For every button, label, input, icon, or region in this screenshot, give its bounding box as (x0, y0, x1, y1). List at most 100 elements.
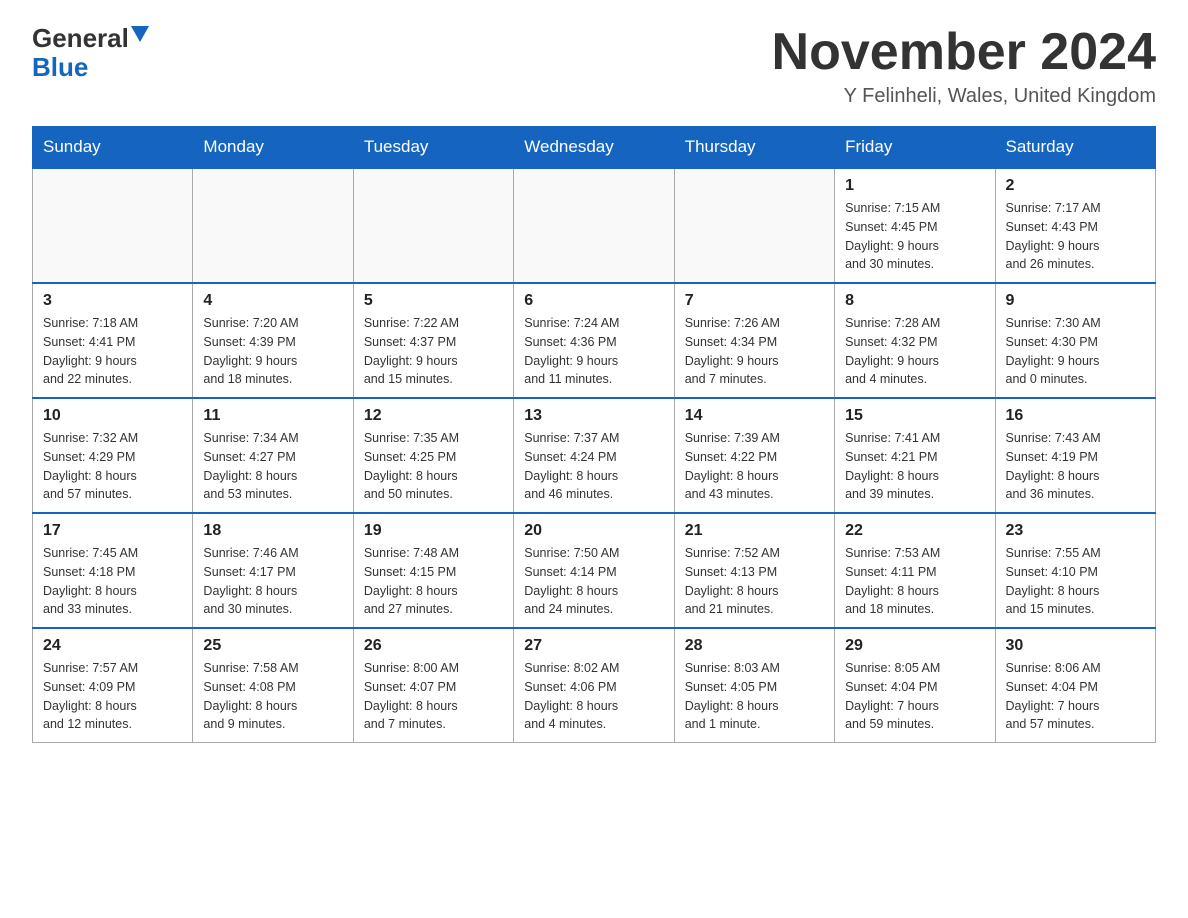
calendar-table: SundayMondayTuesdayWednesdayThursdayFrid… (32, 126, 1156, 743)
day-info: Sunrise: 7:55 AM Sunset: 4:10 PM Dayligh… (1006, 544, 1145, 619)
day-info: Sunrise: 7:41 AM Sunset: 4:21 PM Dayligh… (845, 429, 984, 504)
calendar-cell: 1 Sunrise: 7:15 AM Sunset: 4:45 PM Daylig… (835, 168, 995, 283)
day-info: Sunrise: 8:00 AM Sunset: 4:07 PM Dayligh… (364, 659, 503, 734)
calendar-cell: 19 Sunrise: 7:48 AM Sunset: 4:15 PM Dayli… (353, 513, 513, 628)
calendar-cell: 8 Sunrise: 7:28 AM Sunset: 4:32 PM Daylig… (835, 283, 995, 398)
title-block: November 2024 Y Felinheli, Wales, United… (772, 24, 1156, 108)
day-number: 19 (364, 522, 503, 540)
day-number: 23 (1006, 522, 1145, 540)
calendar-cell (353, 168, 513, 283)
day-info: Sunrise: 7:43 AM Sunset: 4:19 PM Dayligh… (1006, 429, 1145, 504)
calendar-cell: 2 Sunrise: 7:17 AM Sunset: 4:43 PM Daylig… (995, 168, 1155, 283)
day-number: 26 (364, 637, 503, 655)
day-number: 4 (203, 292, 342, 310)
weekday-header-monday: Monday (193, 127, 353, 169)
calendar-cell: 30 Sunrise: 8:06 AM Sunset: 4:04 PM Dayli… (995, 628, 1155, 743)
day-info: Sunrise: 7:17 AM Sunset: 4:43 PM Dayligh… (1006, 199, 1145, 274)
day-info: Sunrise: 7:45 AM Sunset: 4:18 PM Dayligh… (43, 544, 182, 619)
day-info: Sunrise: 7:52 AM Sunset: 4:13 PM Dayligh… (685, 544, 824, 619)
calendar-cell: 21Sunrise: 7:52 AM Sunset: 4:13 PM Dayli… (674, 513, 834, 628)
logo-blue: Blue (32, 53, 88, 82)
day-info: Sunrise: 7:57 AM Sunset: 4:09 PM Dayligh… (43, 659, 182, 734)
calendar-cell: 16 Sunrise: 7:43 AM Sunset: 4:19 PM Dayli… (995, 398, 1155, 513)
day-number: 3 (43, 292, 182, 310)
weekday-header-thursday: Thursday (674, 127, 834, 169)
calendar-cell: 23 Sunrise: 7:55 AM Sunset: 4:10 PM Dayli… (995, 513, 1155, 628)
day-info: Sunrise: 7:15 AM Sunset: 4:45 PM Dayligh… (845, 199, 984, 274)
day-info: Sunrise: 7:50 AM Sunset: 4:14 PM Dayligh… (524, 544, 663, 619)
location-title: Y Felinheli, Wales, United Kingdom (772, 85, 1156, 108)
calendar-week-row: 1 Sunrise: 7:15 AM Sunset: 4:45 PM Daylig… (33, 168, 1156, 283)
calendar-cell: 12 Sunrise: 7:35 AM Sunset: 4:25 PM Dayli… (353, 398, 513, 513)
calendar-cell: 26 Sunrise: 8:00 AM Sunset: 4:07 PM Dayli… (353, 628, 513, 743)
logo-general: General (32, 24, 129, 53)
day-info: Sunrise: 8:06 AM Sunset: 4:04 PM Dayligh… (1006, 659, 1145, 734)
weekday-header-saturday: Saturday (995, 127, 1155, 169)
calendar-cell: 17 Sunrise: 7:45 AM Sunset: 4:18 PM Dayli… (33, 513, 193, 628)
calendar-week-row: 10 Sunrise: 7:32 AM Sunset: 4:29 PM Dayli… (33, 398, 1156, 513)
day-info: Sunrise: 7:28 AM Sunset: 4:32 PM Dayligh… (845, 314, 984, 389)
day-number: 18 (203, 522, 342, 540)
calendar-cell: 22Sunrise: 7:53 AM Sunset: 4:11 PM Dayli… (835, 513, 995, 628)
calendar-cell: 9 Sunrise: 7:30 AM Sunset: 4:30 PM Daylig… (995, 283, 1155, 398)
day-number: 16 (1006, 407, 1145, 425)
day-number: 11 (203, 407, 342, 425)
calendar-week-row: 24Sunrise: 7:57 AM Sunset: 4:09 PM Dayli… (33, 628, 1156, 743)
day-number: 20 (524, 522, 663, 540)
day-info: Sunrise: 7:35 AM Sunset: 4:25 PM Dayligh… (364, 429, 503, 504)
weekday-header-row: SundayMondayTuesdayWednesdayThursdayFrid… (33, 127, 1156, 169)
day-info: Sunrise: 8:02 AM Sunset: 4:06 PM Dayligh… (524, 659, 663, 734)
day-number: 12 (364, 407, 503, 425)
day-info: Sunrise: 7:32 AM Sunset: 4:29 PM Dayligh… (43, 429, 182, 504)
day-info: Sunrise: 7:34 AM Sunset: 4:27 PM Dayligh… (203, 429, 342, 504)
day-info: Sunrise: 7:48 AM Sunset: 4:15 PM Dayligh… (364, 544, 503, 619)
calendar-cell: 13Sunrise: 7:37 AM Sunset: 4:24 PM Dayli… (514, 398, 674, 513)
calendar-cell: 25Sunrise: 7:58 AM Sunset: 4:08 PM Dayli… (193, 628, 353, 743)
weekday-header-sunday: Sunday (33, 127, 193, 169)
day-number: 14 (685, 407, 824, 425)
day-number: 25 (203, 637, 342, 655)
day-number: 17 (43, 522, 182, 540)
day-number: 6 (524, 292, 663, 310)
day-number: 9 (1006, 292, 1145, 310)
day-number: 10 (43, 407, 182, 425)
calendar-cell: 4 Sunrise: 7:20 AM Sunset: 4:39 PM Daylig… (193, 283, 353, 398)
page-header: General Blue November 2024 Y Felinheli, … (32, 24, 1156, 108)
calendar-week-row: 3 Sunrise: 7:18 AM Sunset: 4:41 PM Daylig… (33, 283, 1156, 398)
day-number: 5 (364, 292, 503, 310)
weekday-header-tuesday: Tuesday (353, 127, 513, 169)
calendar-cell (674, 168, 834, 283)
day-number: 8 (845, 292, 984, 310)
weekday-header-wednesday: Wednesday (514, 127, 674, 169)
day-info: Sunrise: 7:20 AM Sunset: 4:39 PM Dayligh… (203, 314, 342, 389)
day-info: Sunrise: 7:22 AM Sunset: 4:37 PM Dayligh… (364, 314, 503, 389)
logo-triangle-icon (131, 26, 149, 42)
day-number: 15 (845, 407, 984, 425)
calendar-cell: 3 Sunrise: 7:18 AM Sunset: 4:41 PM Daylig… (33, 283, 193, 398)
calendar-cell: 20 Sunrise: 7:50 AM Sunset: 4:14 PM Dayli… (514, 513, 674, 628)
calendar-cell: 27 Sunrise: 8:02 AM Sunset: 4:06 PM Dayli… (514, 628, 674, 743)
calendar-cell: 6 Sunrise: 7:24 AM Sunset: 4:36 PM Daylig… (514, 283, 674, 398)
day-number: 30 (1006, 637, 1145, 655)
day-info: Sunrise: 7:26 AM Sunset: 4:34 PM Dayligh… (685, 314, 824, 389)
calendar-cell: 5 Sunrise: 7:22 AM Sunset: 4:37 PM Daylig… (353, 283, 513, 398)
calendar-cell: 7Sunrise: 7:26 AM Sunset: 4:34 PM Daylig… (674, 283, 834, 398)
calendar-cell: 10 Sunrise: 7:32 AM Sunset: 4:29 PM Dayli… (33, 398, 193, 513)
day-info: Sunrise: 7:30 AM Sunset: 4:30 PM Dayligh… (1006, 314, 1145, 389)
calendar-cell: 29Sunrise: 8:05 AM Sunset: 4:04 PM Dayli… (835, 628, 995, 743)
calendar-week-row: 17 Sunrise: 7:45 AM Sunset: 4:18 PM Dayli… (33, 513, 1156, 628)
calendar-cell (193, 168, 353, 283)
calendar-cell: 28Sunrise: 8:03 AM Sunset: 4:05 PM Dayli… (674, 628, 834, 743)
day-number: 28 (685, 637, 824, 655)
day-number: 2 (1006, 177, 1145, 195)
calendar-cell: 11 Sunrise: 7:34 AM Sunset: 4:27 PM Dayli… (193, 398, 353, 513)
day-number: 1 (845, 177, 984, 195)
day-number: 13 (524, 407, 663, 425)
day-info: Sunrise: 7:53 AM Sunset: 4:11 PM Dayligh… (845, 544, 984, 619)
logo: General Blue (32, 24, 149, 81)
day-info: Sunrise: 7:24 AM Sunset: 4:36 PM Dayligh… (524, 314, 663, 389)
day-info: Sunrise: 7:18 AM Sunset: 4:41 PM Dayligh… (43, 314, 182, 389)
calendar-cell: 18Sunrise: 7:46 AM Sunset: 4:17 PM Dayli… (193, 513, 353, 628)
calendar-cell: 14Sunrise: 7:39 AM Sunset: 4:22 PM Dayli… (674, 398, 834, 513)
day-number: 27 (524, 637, 663, 655)
